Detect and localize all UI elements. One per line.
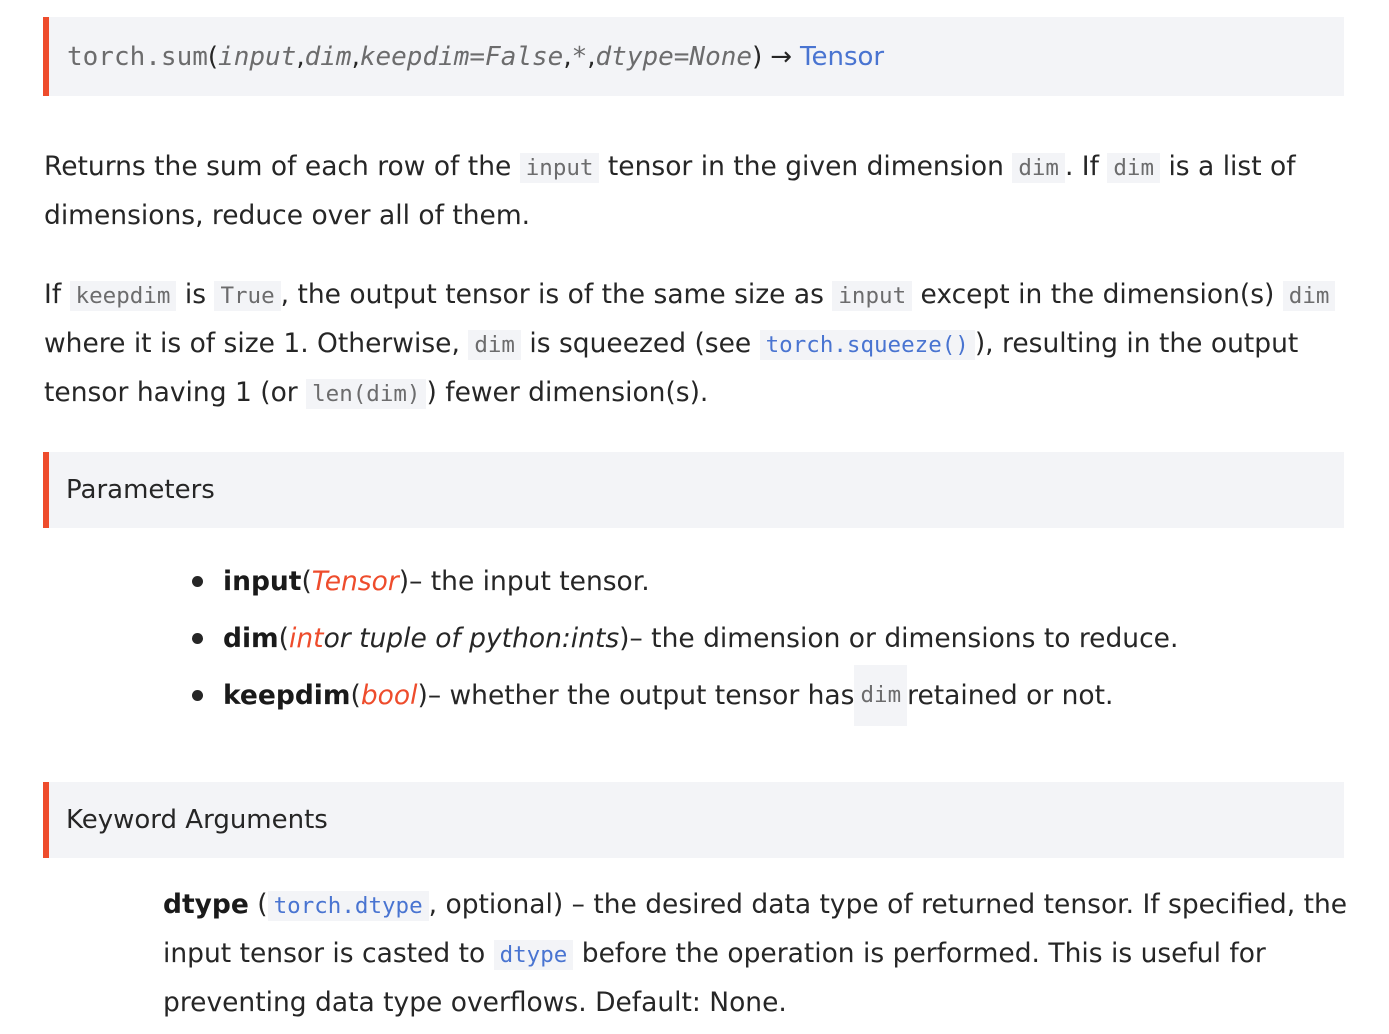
keyword-arguments-heading-label: Keyword Arguments [66, 805, 328, 835]
code-input: input [832, 281, 913, 311]
text: . If [1064, 151, 1108, 182]
torch-dtype-link[interactable]: torch.dtype [267, 891, 429, 921]
param-description: – the input tensor. [409, 566, 650, 597]
function-name: torch.sum [67, 41, 208, 72]
keyword-arguments-heading: Keyword Arguments [43, 782, 1344, 858]
param-dtype: dtype=None [595, 41, 753, 72]
param-type-link[interactable]: int [289, 610, 324, 667]
bullet-icon [192, 633, 203, 644]
keyword-argument-dtype: dtype (torch.dtype, optional) – the desi… [163, 881, 1348, 1027]
param-input: input [218, 41, 297, 72]
torch-squeeze-link[interactable]: torch.squeeze() [759, 330, 975, 360]
code-len-dim: len(dim) [306, 379, 427, 409]
list-item: dim (int or tuple of python:ints) – the … [192, 610, 1178, 667]
param-type-link[interactable]: Tensor [312, 553, 399, 610]
open-paren: ( [278, 623, 290, 654]
dtype-link[interactable]: dtype [493, 940, 574, 970]
open-paren: ( [207, 41, 219, 72]
code-true: True [214, 281, 281, 311]
code-dim: dim [854, 665, 908, 726]
description-paragraph-1: Returns the sum of each row of the input… [44, 143, 1344, 240]
param-name: keepdim [223, 680, 351, 711]
parameters-heading-label: Parameters [66, 475, 215, 505]
text: except in the dimension(s) [912, 279, 1283, 310]
param-type-rest: or tuple of python:ints [323, 623, 620, 654]
code-input: input [519, 153, 600, 183]
return-type-link[interactable]: Tensor [800, 42, 884, 72]
param-star: * [571, 41, 588, 72]
text: ( [248, 889, 268, 920]
code-dim: dim [1012, 153, 1065, 183]
param-description: – the dimension or dimensions to reduce. [629, 623, 1179, 654]
kwarg-name: dtype [163, 889, 249, 920]
param-type-link[interactable]: bool [361, 667, 418, 724]
text: is squeezed (see [520, 328, 760, 359]
parameters-heading: Parameters [43, 452, 1344, 528]
return-arrow-icon: → [770, 41, 793, 72]
open-paren: ( [350, 680, 361, 711]
text: , the output tensor is of the same size … [280, 279, 833, 310]
list-item: keepdim (bool) – whether the output tens… [192, 665, 1178, 726]
close-paren: ) [752, 41, 763, 72]
param-name: input [223, 566, 302, 597]
comma: , [351, 41, 360, 72]
text: ) fewer dimension(s). [426, 377, 709, 408]
close-paren: ) [417, 680, 428, 711]
code-dim: dim [1282, 281, 1336, 311]
bullet-icon [192, 690, 203, 701]
comma: , [587, 41, 596, 72]
code-keepdim: keepdim [69, 281, 177, 311]
text: Returns the sum of each row of the [44, 151, 520, 182]
parameters-list: input (Tensor) – the input tensor. dim (… [192, 553, 1178, 726]
code-dim: dim [468, 330, 521, 360]
close-paren: ) [398, 566, 410, 597]
param-keepdim: keepdim=False [359, 41, 564, 72]
param-name: dim [223, 623, 279, 654]
param-description: – whether the output tensor has [427, 680, 855, 711]
close-paren: ) [619, 623, 630, 654]
text: tensor in the given dimension [599, 151, 1013, 182]
bullet-icon [192, 576, 203, 587]
function-signature: torch.sum(input, dim, keepdim=False, *, … [43, 17, 1344, 96]
code-dim: dim [1107, 153, 1161, 183]
text: is [176, 279, 215, 310]
comma: , [563, 41, 572, 72]
open-paren: ( [301, 566, 312, 597]
param-description-end: retained or not. [907, 680, 1114, 711]
text: where it is of size 1. Otherwise, [44, 328, 469, 359]
param-dim: dim [304, 41, 352, 72]
list-item: input (Tensor) – the input tensor. [192, 553, 1178, 610]
description-paragraph-2: If keepdim is True, the output tensor is… [44, 271, 1344, 418]
text: If [44, 279, 70, 310]
comma: , [296, 41, 305, 72]
